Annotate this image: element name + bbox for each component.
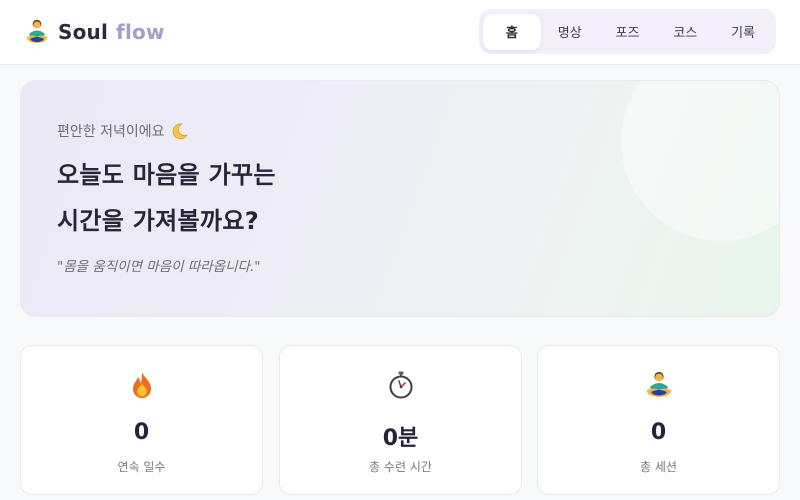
meditating-person-icon <box>644 370 674 400</box>
sessions-value: 0 <box>650 420 667 445</box>
nav-pose[interactable]: 포즈 <box>599 14 657 50</box>
crescent-moon-icon <box>171 122 189 140</box>
streak-label: 연속 일수 <box>117 460 166 474</box>
nav-meditation[interactable]: 명상 <box>541 14 599 50</box>
nav-record[interactable]: 기록 <box>714 14 772 50</box>
fire-icon <box>127 370 157 400</box>
hero-decoration <box>621 81 779 241</box>
sessions-label: 총 세션 <box>640 460 677 474</box>
hero-title-line1: 오늘도 마음을 가꾸는 <box>57 161 276 189</box>
total-time-value: 0분 <box>382 426 419 451</box>
hero-title-line2: 시간을 가져볼까요? <box>57 207 259 235</box>
logo-primary-text: Soul <box>58 20 109 44</box>
stopwatch-icon <box>386 370 416 400</box>
app-header: Soul flow 홈 명상 포즈 코스 기록 <box>0 0 800 65</box>
greeting-text: 편안한 저녁이에요 <box>57 124 165 140</box>
hero-greeting: 편안한 저녁이에요 <box>57 121 189 141</box>
total-time-label: 총 수련 시간 <box>369 460 432 474</box>
logo[interactable]: Soul flow <box>24 18 165 46</box>
nav-course[interactable]: 코스 <box>656 14 714 50</box>
streak-value: 0 <box>133 420 150 445</box>
meditating-person-icon <box>24 18 50 46</box>
stat-card-total-time: 0분 총 수련 시간 <box>279 345 522 495</box>
stat-card-streak: 0 연속 일수 <box>20 345 263 495</box>
hero-banner: 편안한 저녁이에요 오늘도 마음을 가꾸는 시간을 가져볼까요? "몸을 움직이… <box>20 80 780 317</box>
main-nav: 홈 명상 포즈 코스 기록 <box>479 9 776 54</box>
logo-secondary-text: flow <box>116 20 165 44</box>
stat-card-sessions: 0 총 세션 <box>537 345 780 495</box>
hero-quote: "몸을 움직이면 마음이 따라옵니다." <box>57 259 261 275</box>
nav-home[interactable]: 홈 <box>483 13 541 50</box>
